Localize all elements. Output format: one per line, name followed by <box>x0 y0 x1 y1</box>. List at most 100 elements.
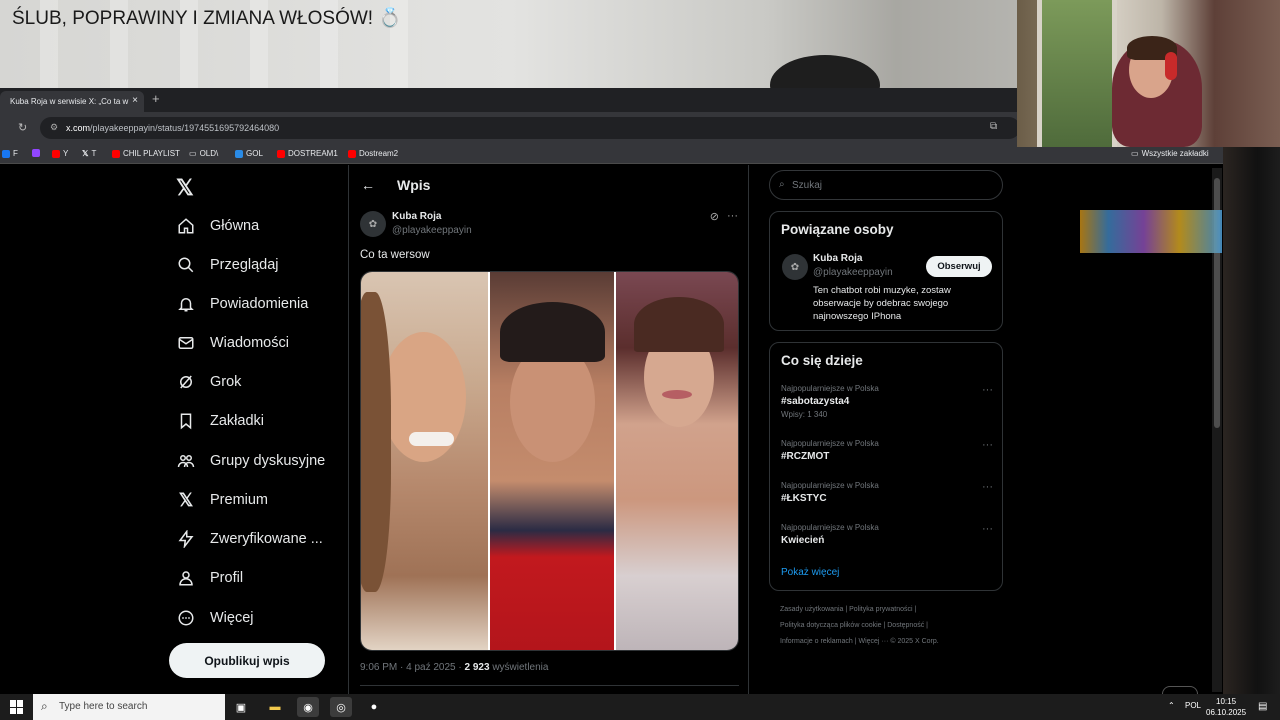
nav-bookmarks[interactable]: Zakładki <box>176 406 264 436</box>
url-host: x.com <box>66 123 91 133</box>
post-meta: 9:06 PM · 4 paź 2025 · 2 923 wyświetleni… <box>360 662 548 673</box>
all-bookmarks[interactable]: ▭ Wszystkie zakładki <box>1131 149 1209 158</box>
related-handle[interactable]: @playakeeppayin <box>813 267 893 278</box>
smile-shape <box>409 432 454 446</box>
youtube-icon <box>277 149 285 158</box>
related-people-card: Powiązane osoby ✿ Kuba Roja @playakeeppa… <box>769 211 1003 331</box>
card-title: Co się dzieje <box>781 353 863 368</box>
lightning-icon <box>176 529 196 549</box>
search-input[interactable]: ⌕ Szukaj <box>769 170 1003 200</box>
task-view-icon[interactable]: ▣ <box>230 697 252 717</box>
taskbar: ⌕ Type here to search ▣ ▬ ◉ ◎ ● ⌃ POL 10… <box>0 694 1280 720</box>
bell-icon <box>176 294 196 314</box>
trend-item[interactable]: Najpopularniejsze w Polska #ŁKSTYC ··· <box>781 481 993 504</box>
bookmark-item[interactable]: DOSTREAM1 <box>277 149 338 158</box>
bookmark-item[interactable] <box>32 149 40 157</box>
new-tab-button[interactable]: + <box>152 91 160 106</box>
nav-communities[interactable]: Grupy dyskusyjne <box>176 446 325 476</box>
chrome-icon[interactable]: ◎ <box>330 697 352 717</box>
trend-item[interactable]: Najpopularniejsze w Polska #sabotazysta4… <box>781 384 993 419</box>
youtube-icon <box>112 149 120 158</box>
bangs-shape <box>634 297 724 352</box>
nav-profile[interactable]: Profil <box>176 563 243 593</box>
more-options-icon[interactable]: ··· <box>727 210 738 223</box>
file-explorer-icon[interactable]: ▬ <box>264 697 286 717</box>
tray-chevron-icon[interactable]: ⌃ <box>1168 701 1175 710</box>
address-bar[interactable]: ⚙ x.com/playakeeppayin/status/1974551695… <box>40 117 1020 139</box>
view-count: 2 923 <box>464 662 490 673</box>
webcam-overlay <box>1017 0 1280 147</box>
more-options-icon[interactable]: ··· <box>982 481 993 493</box>
nav-grok[interactable]: Grok <box>176 367 241 397</box>
nav-more[interactable]: Więcej <box>176 603 254 633</box>
windows-start-icon[interactable] <box>10 700 24 714</box>
footer-links[interactable]: Zasady użytkowania | Polityka prywatnośc… <box>780 602 1000 650</box>
post-column: ← Wpis ✿ Kuba Roja @playakeeppayin ⊘ ···… <box>348 165 749 695</box>
folder-icon: ▭ <box>189 149 197 158</box>
stream-overlay-banner <box>1080 210 1222 253</box>
discord-icon[interactable]: ◉ <box>297 697 319 717</box>
avatar[interactable]: ✿ <box>360 211 386 237</box>
user-icon <box>176 568 196 588</box>
follow-button[interactable]: Obserwuj <box>926 256 992 277</box>
obs-icon[interactable]: ● <box>363 697 385 717</box>
youtube-icon <box>52 149 60 158</box>
window-frame <box>1037 0 1117 147</box>
gol-icon <box>235 149 243 158</box>
taskbar-search-input[interactable]: ⌕ Type here to search <box>33 694 225 720</box>
media-photo-middle <box>490 272 614 650</box>
notification-icon[interactable]: ▤ <box>1258 701 1267 712</box>
author-name[interactable]: Kuba Roja <box>392 211 441 222</box>
nav-home[interactable]: Główna <box>176 211 259 241</box>
hair-shape <box>500 302 605 362</box>
bookmark-item[interactable]: ▭ OLD\ <box>189 149 218 158</box>
grok-icon[interactable]: ⊘ <box>710 210 719 223</box>
tab-close-icon[interactable]: × <box>132 95 138 106</box>
more-circle-icon <box>176 608 196 628</box>
nav-premium[interactable]: 𝕏 Premium <box>176 485 268 515</box>
more-options-icon[interactable]: ··· <box>982 384 993 396</box>
headset-icon <box>1165 52 1177 80</box>
bookmark-item[interactable]: 𝕏T <box>82 149 96 158</box>
nav-explore[interactable]: Przeglądaj <box>176 250 279 280</box>
related-name[interactable]: Kuba Roja <box>813 253 862 264</box>
url-path: /playakeeppayin/status/19745516957924640… <box>90 123 280 133</box>
views-label: wyświetlenia <box>489 662 549 673</box>
x-logo-icon[interactable]: 𝕏 <box>176 175 194 201</box>
cast-icon[interactable]: ⧉ <box>990 121 997 132</box>
post-button[interactable]: Opublikuj wpis <box>169 643 325 678</box>
search-icon <box>176 255 196 275</box>
trend-item[interactable]: Najpopularniejsze w Polska Kwiecień ··· <box>781 523 993 546</box>
nav-messages[interactable]: Wiadomości <box>176 328 289 358</box>
nav-verified[interactable]: Zweryfikowane ... <box>176 524 323 554</box>
trend-item[interactable]: Najpopularniejsze w Polska #RCZMOT ··· <box>781 439 993 462</box>
twitch-icon <box>32 149 40 157</box>
youtube-icon <box>348 149 356 158</box>
site-info-icon[interactable]: ⚙ <box>50 122 58 133</box>
clock[interactable]: 10:15 06.10.2025 <box>1206 696 1246 718</box>
avatar[interactable]: ✿ <box>782 254 808 280</box>
bookmark-item[interactable]: GOL <box>235 149 263 158</box>
post-media[interactable] <box>360 271 739 651</box>
show-more-link[interactable]: Pokaż więcej <box>781 567 839 578</box>
person-head-silhouette <box>770 55 880 88</box>
bookmark-icon <box>176 411 196 431</box>
bookmark-item[interactable]: F <box>2 149 18 158</box>
bookmark-item[interactable]: CHIL PLAYLIST <box>112 149 180 158</box>
lips-shape <box>662 390 692 399</box>
reload-icon[interactable]: ↻ <box>18 121 27 134</box>
post-time[interactable]: 9:06 PM · 4 paź 2025 · <box>360 662 465 673</box>
more-options-icon[interactable]: ··· <box>982 439 993 451</box>
hair-shape <box>361 292 391 592</box>
bookmark-item[interactable]: Dostream2 <box>348 149 398 158</box>
webcam-side-strip <box>1223 147 1280 695</box>
nav-notifications[interactable]: Powiadomienia <box>176 289 308 319</box>
bookmark-item[interactable]: Y <box>52 149 68 158</box>
more-options-icon[interactable]: ··· <box>982 523 993 535</box>
author-handle[interactable]: @playakeeppayin <box>392 225 472 236</box>
browser-tab[interactable]: Kuba Roja w serwisie X: „Co ta w × <box>0 91 144 112</box>
divider <box>360 685 739 686</box>
back-arrow-icon[interactable]: ← <box>361 177 375 193</box>
bookmarks-bar: F Y 𝕏T CHIL PLAYLIST ▭ OLD\ GOL DOSTREAM1… <box>0 144 1280 164</box>
language-indicator[interactable]: POL <box>1185 701 1201 710</box>
